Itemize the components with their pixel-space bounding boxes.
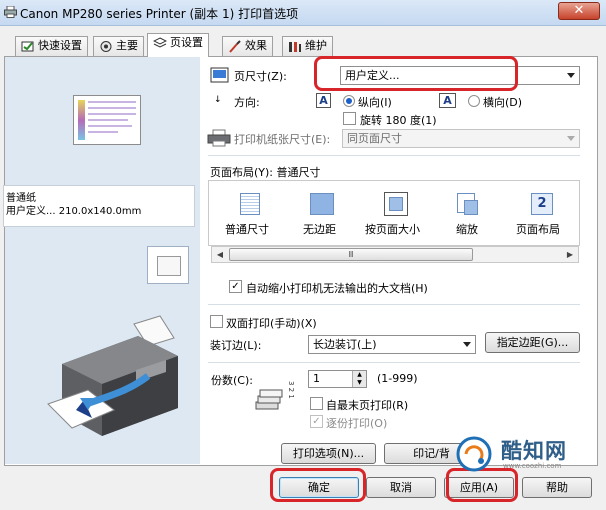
watermark-url: www.coozhi.com — [503, 462, 562, 470]
print-from-last-page-checkbox[interactable] — [310, 397, 323, 410]
stack-order-numbers: 3 2 1 — [287, 381, 295, 399]
layout-page-layout-icon[interactable]: 2 — [528, 191, 556, 217]
copies-range: (1-999) — [377, 372, 418, 385]
landscape-radio[interactable] — [468, 95, 480, 107]
duplex-label: 双面打印(手动)(X) — [226, 317, 317, 330]
layout-scaled-icon[interactable] — [454, 191, 482, 217]
window-title: Canon MP280 series Printer (副本 1) 打印首选项 — [20, 7, 299, 21]
landscape-label: 横向(D) — [483, 96, 523, 109]
portrait-label: 纵向(I) — [358, 96, 392, 109]
tab-label: 快速设置 — [38, 39, 82, 52]
chevron-down-icon — [463, 342, 471, 347]
page-size-label: 页尺寸(Z): — [234, 70, 287, 83]
portrait-radio[interactable] — [343, 95, 355, 107]
title-bar: Canon MP280 series Printer (副本 1) 打印首选项 … — [0, 0, 606, 26]
tab-label: 效果 — [245, 39, 267, 52]
printer-paper-size-select[interactable]: 同页面尺寸 — [342, 129, 580, 148]
page-size-icon — [210, 67, 229, 83]
layout-normal-size-icon[interactable] — [236, 191, 264, 217]
layout-borderless-label[interactable]: 无边距 — [303, 221, 336, 237]
layout-normal-size-label[interactable]: 普通尺寸 — [225, 221, 269, 237]
stapling-value: 长边装订(上) — [313, 338, 377, 351]
media-size: 用户定义... 210.0x140.0mm — [6, 206, 142, 217]
auto-reduce-checkbox[interactable]: ✓ — [229, 280, 242, 293]
layout-fit-to-page-label[interactable]: 按页面大小 — [365, 221, 420, 237]
scroll-left-icon[interactable]: ◀ — [213, 248, 227, 261]
collate-label: 逐份打印(O) — [326, 417, 388, 430]
printer-icon — [4, 6, 17, 18]
tab-page-setup[interactable]: 页设置 — [147, 33, 209, 57]
tab-label: 页设置 — [170, 36, 203, 49]
layout-borderless-icon[interactable] — [308, 191, 336, 217]
tab-effects[interactable]: 效果 — [222, 36, 273, 56]
media-info: 普通纸 用户定义... 210.0x140.0mm — [3, 185, 195, 227]
divider — [208, 155, 580, 156]
tab-label: 维护 — [305, 39, 327, 52]
page-layout-label: 页面布局(Y): 普通尺寸 — [210, 166, 321, 179]
close-button[interactable]: ✕ — [558, 2, 600, 20]
landscape-icon: A — [439, 93, 456, 108]
layout-page-layout-label[interactable]: 页面布局 — [516, 221, 560, 237]
printer-paper-size-label: 打印机纸张尺寸(E): — [234, 133, 331, 146]
increment-icon[interactable]: ▲ — [352, 371, 366, 379]
page-setup-icon — [153, 36, 167, 48]
page-size-value: 用户定义... — [345, 69, 400, 82]
stapling-select[interactable]: 长边装订(上) — [308, 335, 476, 354]
printer-paper-icon — [207, 129, 231, 147]
tab-main[interactable]: 主要 — [93, 36, 144, 56]
rotate-180-checkbox[interactable] — [343, 112, 356, 125]
layout-scrollbar[interactable]: ◀ Ⅲ ▶ — [211, 246, 579, 263]
duplex-checkbox[interactable] — [210, 315, 223, 328]
watermark-name: 酷知网 — [501, 439, 567, 463]
print-from-last-page-label: 自最末页打印(R) — [326, 399, 409, 412]
tab-quick-setup[interactable]: 快速设置 — [15, 36, 88, 56]
maintenance-icon — [289, 41, 301, 52]
orientation-label: 方向: — [234, 96, 260, 109]
help-button[interactable]: 帮助 — [522, 477, 592, 498]
tab-label: 主要 — [116, 39, 138, 52]
paper-size-preview-icon — [147, 246, 189, 284]
arrow-down-icon: ↓ — [214, 95, 222, 105]
scroll-thumb[interactable]: Ⅲ — [229, 248, 473, 261]
scroll-right-icon[interactable]: ▶ — [563, 248, 577, 261]
printer-illustration-icon — [47, 315, 178, 436]
specify-margin-button[interactable]: 指定边距(G)... — [485, 332, 580, 353]
quick-setup-icon — [21, 41, 34, 51]
copies-value: 1 — [313, 372, 320, 385]
layout-fit-to-page-icon[interactable] — [382, 191, 410, 217]
stapling-label: 装订边(L): — [210, 339, 262, 352]
chevron-down-icon — [567, 73, 575, 78]
chevron-down-icon — [567, 136, 575, 141]
effects-icon — [229, 39, 241, 53]
main-icon — [100, 40, 112, 52]
copies-label: 份数(C): — [211, 374, 253, 387]
divider — [208, 362, 580, 363]
print-options-button[interactable]: 打印选项(N)... — [281, 443, 376, 464]
divider — [208, 304, 580, 305]
tab-maintenance[interactable]: 维护 — [282, 36, 333, 56]
apply-button[interactable]: 应用(A) — [444, 477, 514, 498]
decrement-icon[interactable]: ▼ — [352, 379, 366, 387]
media-type: 普通纸 — [6, 193, 36, 204]
paper-preview — [73, 95, 141, 145]
page-size-select[interactable]: 用户定义... — [340, 66, 580, 85]
cancel-button[interactable]: 取消 — [366, 477, 436, 498]
portrait-icon: A — [316, 93, 331, 108]
ok-button[interactable]: 确定 — [279, 477, 359, 498]
layout-scaled-label[interactable]: 缩放 — [456, 221, 478, 237]
copies-stepper[interactable]: 1 ▲ ▼ — [308, 370, 367, 388]
auto-reduce-label: 自动缩小打印机无法输出的大文档(H) — [246, 282, 428, 295]
collate-checkbox[interactable]: ✓ — [310, 415, 323, 428]
printer-paper-size-value: 同页面尺寸 — [347, 132, 402, 145]
rotate-180-label: 旋转 180 度(1) — [360, 114, 437, 127]
